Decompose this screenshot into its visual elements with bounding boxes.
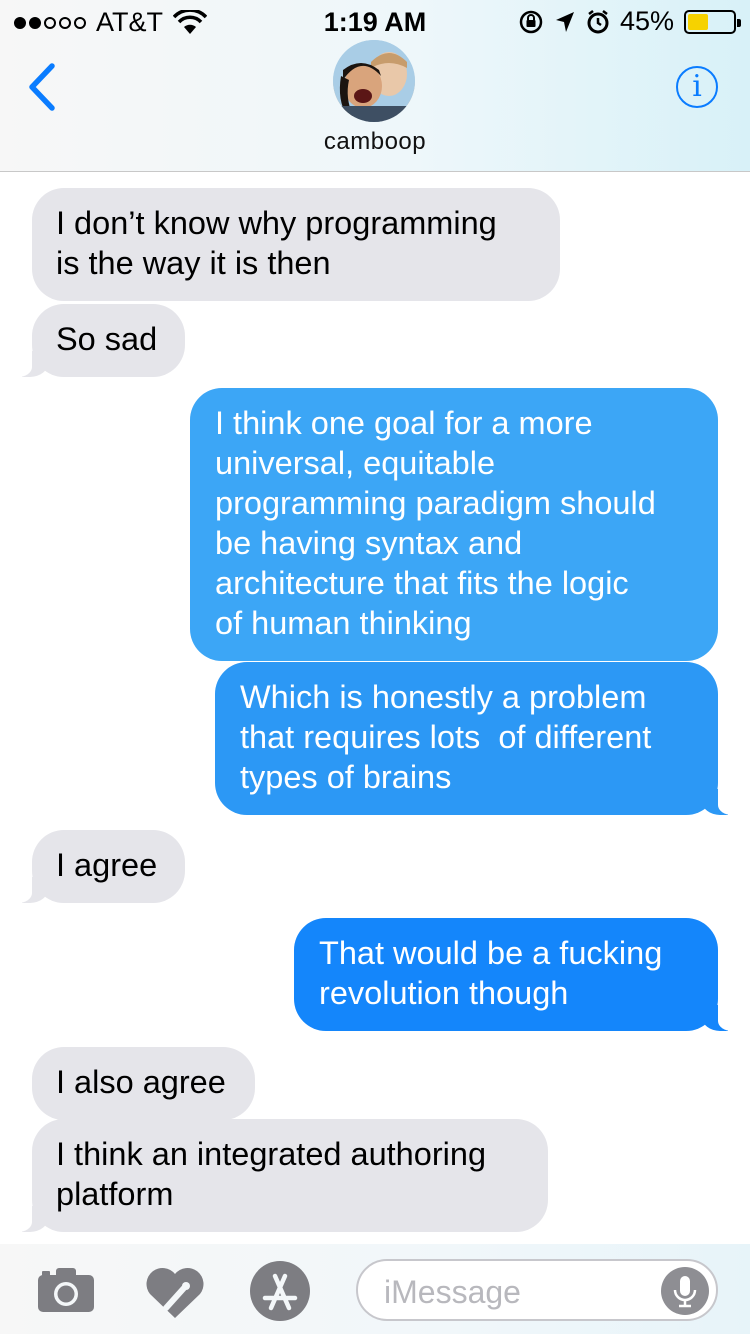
contact-name[interactable]: camboop: [0, 128, 750, 156]
message-bubble-sent[interactable]: Which is honestly a problem that require…: [215, 662, 744, 815]
battery-icon: [684, 9, 741, 34]
digital-touch-icon[interactable]: [144, 1264, 206, 1320]
camera-icon[interactable]: [36, 1266, 96, 1314]
battery-percent: 45%: [619, 6, 674, 36]
info-icon[interactable]: i: [676, 66, 718, 108]
message-bubble-received[interactable]: I agree: [6, 830, 185, 903]
app-store-icon[interactable]: [247, 1260, 313, 1322]
message-input-placeholder: iMessage: [384, 1274, 521, 1310]
chevron-left-icon[interactable]: [22, 62, 62, 112]
message-bubble-received[interactable]: I think an integrated authoring platform: [6, 1119, 548, 1232]
microphone-glyph: [673, 1276, 697, 1308]
message-bubble-sent[interactable]: I think one goal for a more universal, e…: [190, 388, 718, 661]
avatar-photo: [333, 40, 415, 122]
avatar[interactable]: [333, 40, 415, 122]
rotation-lock-icon: [519, 10, 543, 33]
message-input[interactable]: iMessage: [356, 1259, 718, 1321]
message-thread[interactable]: I don’t know why programming is the way …: [0, 173, 750, 1243]
location-icon: [555, 11, 574, 32]
alarm-icon: [587, 9, 609, 33]
conversation-header: AT&T 1:19 AM 45% camboop i: [0, 0, 750, 172]
message-bubble-received[interactable]: I also agree: [32, 1047, 255, 1120]
status-right: 45%: [518, 6, 741, 37]
message-bubble-received[interactable]: So sad: [6, 304, 185, 377]
battery-level: [688, 13, 708, 30]
message-bubble-sent[interactable]: That would be a fucking revolution thoug…: [294, 918, 744, 1031]
microphone-icon[interactable]: [661, 1267, 709, 1315]
message-bubble-received[interactable]: I don’t know why programming is the way …: [32, 188, 560, 301]
status-bar: AT&T 1:19 AM 45%: [0, 0, 750, 40]
compose-bar: iMessage: [0, 1244, 750, 1334]
